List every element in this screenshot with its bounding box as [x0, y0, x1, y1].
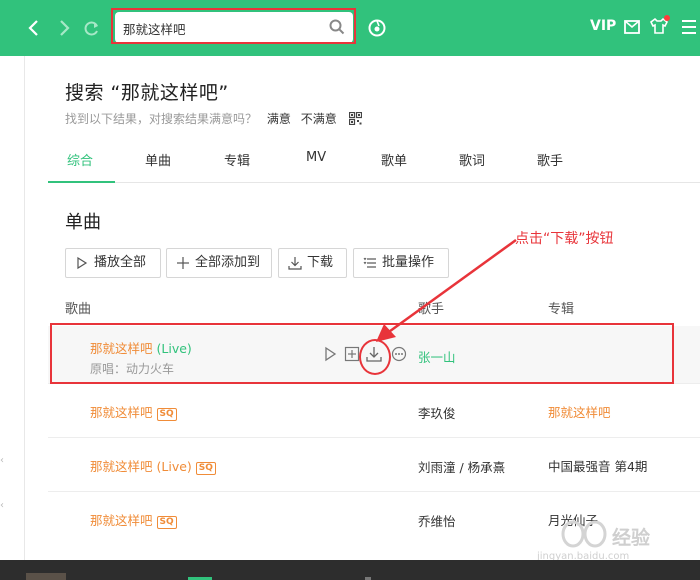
search-input[interactable]: [123, 18, 323, 38]
column-header-song: 歌曲: [65, 302, 92, 317]
album-name[interactable]: 那就这样吧: [548, 402, 611, 421]
search-icon[interactable]: [329, 19, 345, 35]
table-row[interactable]: 那就这样吧 SQ 李玖俊 那就这样吧: [48, 384, 700, 438]
song-title[interactable]: 那就这样吧 SQ: [90, 510, 177, 529]
top-bar: VIP: [0, 0, 700, 56]
play-icon[interactable]: [322, 346, 338, 362]
song-title[interactable]: 那就这样吧 (Live): [90, 338, 192, 357]
tab-all[interactable]: 综合: [67, 150, 93, 169]
sidebar-divider: [24, 56, 25, 560]
album-thumbnail[interactable]: [26, 573, 66, 580]
active-tab-indicator: [48, 181, 115, 183]
sq-badge: SQ: [156, 516, 177, 529]
tab-singers[interactable]: 歌手: [537, 150, 563, 169]
plus-icon: [177, 257, 189, 269]
player-bar: [0, 560, 700, 580]
satisfied-link[interactable]: 满意: [267, 112, 291, 126]
sq-badge: SQ: [156, 408, 177, 421]
sq-badge: SQ: [195, 462, 216, 475]
vip-button[interactable]: VIP: [590, 18, 616, 34]
annotation-arrow: [376, 238, 517, 342]
section-title: 单曲: [65, 212, 101, 233]
tab-playlists[interactable]: 歌单: [381, 150, 407, 169]
qr-code-icon[interactable]: [348, 112, 362, 125]
result-tabs: 综合 单曲 专辑 MV 歌单 歌词 歌手: [48, 145, 700, 183]
song-title[interactable]: 那就这样吧 (Live) SQ: [90, 456, 216, 475]
refresh-icon[interactable]: [80, 14, 104, 42]
column-header-album: 专辑: [548, 302, 575, 317]
chevron-right-icon[interactable]: [52, 14, 76, 42]
singer-name[interactable]: 张一山: [418, 347, 456, 366]
table-row[interactable]: 那就这样吧 (Live) SQ 刘雨潼 / 杨承熹 中国最强音 第4期: [48, 438, 700, 492]
notification-dot: [664, 15, 670, 21]
download-icon: [288, 257, 302, 270]
add-icon[interactable]: [344, 346, 360, 362]
radio-icon[interactable]: [366, 17, 388, 39]
singer-name[interactable]: 李玖俊: [418, 403, 456, 422]
play-all-button[interactable]: 播放全部: [65, 248, 161, 278]
sidebar-collapse-icon[interactable]: ‹: [0, 455, 4, 466]
add-all-to-button[interactable]: 全部添加到: [166, 248, 272, 278]
play-icon: [77, 256, 88, 270]
song-title[interactable]: 那就这样吧 SQ: [90, 402, 177, 421]
search-box[interactable]: [115, 12, 353, 43]
singer-name[interactable]: 乔维怡: [418, 511, 456, 530]
album-name[interactable]: 中国最强音 第4期: [548, 456, 647, 475]
download-button[interactable]: 下载: [278, 248, 347, 278]
more-icon[interactable]: [391, 346, 407, 362]
tab-albums[interactable]: 专辑: [224, 150, 250, 169]
tab-lyrics[interactable]: 歌词: [459, 150, 485, 169]
feedback-prompt: 找到以下结果，对搜索结果满意吗？: [65, 112, 258, 126]
annotation-text: 点击“下载”按钮: [515, 231, 614, 247]
singer-name[interactable]: 刘雨潼 / 杨承熹: [418, 457, 505, 476]
watermark-text: 经验: [612, 527, 651, 549]
unsatisfied-link[interactable]: 不满意: [301, 112, 337, 126]
menu-icon[interactable]: [681, 18, 697, 36]
page-title: 搜索 “那就这样吧”: [65, 82, 229, 104]
tab-songs[interactable]: 单曲: [145, 150, 171, 169]
chevron-left-icon[interactable]: [22, 14, 46, 42]
original-singer: 原唱：动力火车: [90, 362, 175, 376]
mail-icon[interactable]: [624, 20, 640, 34]
sidebar-scroll-icon[interactable]: ‹: [0, 500, 4, 511]
tab-mv[interactable]: MV: [306, 150, 326, 165]
search-feedback: 找到以下结果，对搜索结果满意吗？ 满意 不满意: [65, 110, 362, 127]
